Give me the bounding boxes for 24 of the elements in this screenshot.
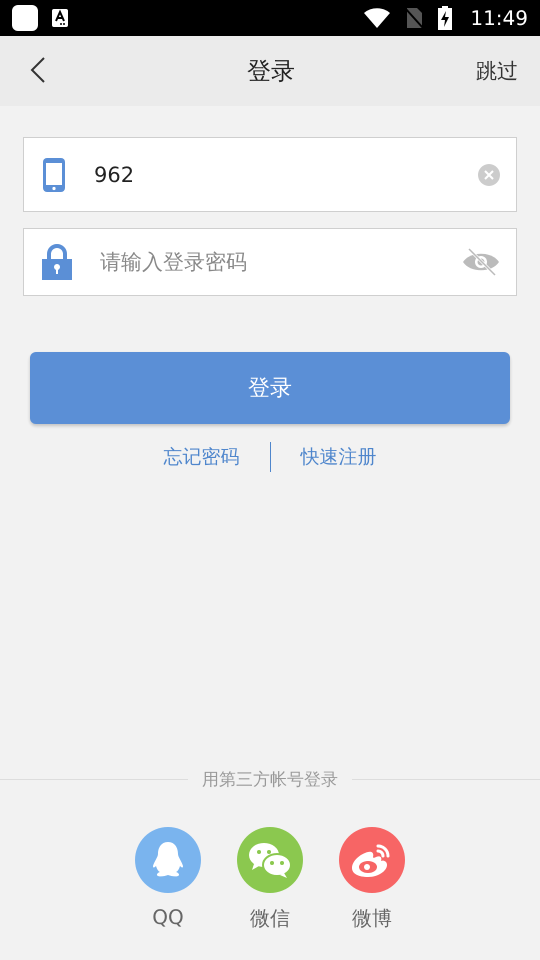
clock-time: 11:49	[470, 6, 528, 30]
battery-charging-icon	[438, 6, 452, 30]
chat-bubbles-icon	[248, 841, 292, 879]
text-box-icon	[52, 9, 68, 27]
page-title: 登录	[247, 56, 295, 87]
social-login-button[interactable]: QQ	[135, 827, 201, 932]
phone-input-field[interactable]: 962	[23, 137, 517, 212]
social-login-button[interactable]: 微信	[237, 827, 303, 932]
password-text-input[interactable]: 请输入登录密码	[98, 249, 462, 275]
section-label: 用第三方帐号登录	[202, 769, 338, 791]
text-link[interactable]: 快速注册	[270, 444, 406, 470]
app-icon	[12, 5, 38, 31]
password-input-field[interactable]: 请输入登录密码	[23, 228, 517, 296]
phone-icon	[42, 156, 66, 192]
no-sim-icon	[404, 7, 424, 29]
skip-button[interactable]: 跳过	[476, 57, 518, 85]
eye-slash-icon[interactable]	[462, 247, 500, 277]
social-login-button[interactable]: 微博	[339, 827, 405, 932]
clear-icon[interactable]	[478, 164, 500, 186]
wifi-icon	[364, 8, 390, 28]
lock-icon	[42, 244, 72, 280]
text-link[interactable]: 忘记密码	[134, 444, 270, 470]
login-button[interactable]: 登录	[30, 352, 510, 424]
phone-text-input[interactable]: 962	[92, 162, 478, 188]
